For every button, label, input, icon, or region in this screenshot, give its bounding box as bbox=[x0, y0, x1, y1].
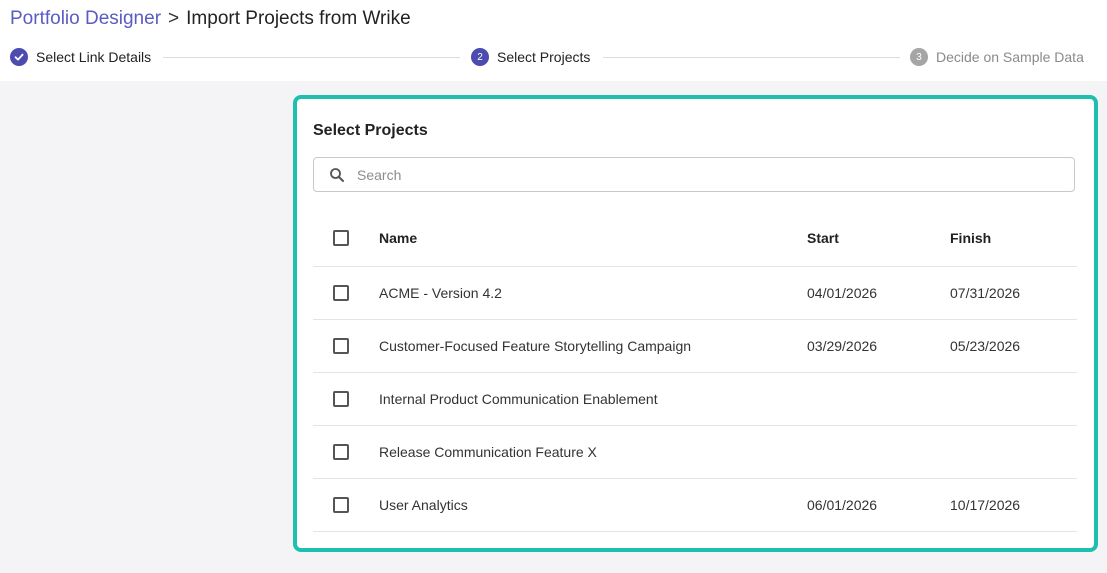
column-header-finish[interactable]: Finish bbox=[950, 230, 991, 246]
step-label: Select Projects bbox=[497, 49, 591, 65]
stepper: Select Link Details 2 Select Projects 3 … bbox=[0, 46, 1107, 68]
column-header-name[interactable]: Name bbox=[379, 230, 417, 246]
project-finish: 07/31/2026 bbox=[950, 285, 1021, 301]
top-bar: Portfolio Designer > Import Projects from … bbox=[0, 0, 1107, 81]
search-input[interactable] bbox=[355, 165, 1074, 184]
project-start: 06/01/2026 bbox=[807, 497, 878, 513]
project-name: Customer-Focused Feature Storytelling Ca… bbox=[379, 338, 692, 354]
breadcrumb-separator-icon: > bbox=[168, 8, 180, 29]
select-projects-panel: Select Projects Name Start Finish ACME -… bbox=[293, 95, 1098, 552]
panel-title: Select Projects bbox=[313, 122, 428, 139]
table-row[interactable]: ACME - Version 4.2 04/01/2026 07/31/2026 bbox=[313, 267, 1077, 320]
project-start: 03/29/2026 bbox=[807, 338, 878, 354]
step-select-projects[interactable]: 2 Select Projects bbox=[471, 46, 590, 68]
check-icon bbox=[10, 48, 28, 66]
step-label: Select Link Details bbox=[36, 49, 152, 65]
row-checkbox[interactable] bbox=[333, 497, 349, 513]
select-all-checkbox[interactable] bbox=[333, 229, 349, 246]
table-row[interactable]: Internal Product Communication Enablemen… bbox=[313, 373, 1077, 426]
table-row[interactable]: Release Communication Feature X bbox=[313, 426, 1077, 479]
breadcrumb: Portfolio Designer > Import Projects from … bbox=[10, 7, 411, 31]
row-checkbox[interactable] bbox=[333, 444, 349, 460]
table-header-row: Name Start Finish bbox=[313, 209, 1077, 267]
step-number-badge: 2 bbox=[471, 48, 489, 66]
project-name: User Analytics bbox=[379, 497, 468, 513]
project-name: Internal Product Communication Enablemen… bbox=[379, 391, 658, 407]
project-start: 04/01/2026 bbox=[807, 285, 878, 301]
step-decide-sample-data[interactable]: 3 Decide on Sample Data bbox=[910, 46, 1084, 68]
table-row[interactable]: Customer-Focused Feature Storytelling Ca… bbox=[313, 320, 1077, 373]
step-select-link-details[interactable]: Select Link Details bbox=[10, 46, 151, 68]
project-name: Release Communication Feature X bbox=[379, 444, 597, 460]
project-name: ACME - Version 4.2 bbox=[379, 285, 502, 301]
table-row[interactable]: User Analytics 06/01/2026 10/17/2026 bbox=[313, 479, 1077, 532]
step-label: Decide on Sample Data bbox=[936, 49, 1084, 65]
search-icon bbox=[330, 167, 344, 182]
step-connector bbox=[163, 57, 460, 58]
column-header-start[interactable]: Start bbox=[807, 230, 839, 246]
project-finish: 10/17/2026 bbox=[950, 497, 1021, 513]
breadcrumb-portfolio-designer-link[interactable]: Portfolio Designer bbox=[10, 8, 161, 29]
projects-table: Name Start Finish ACME - Version 4.2 04/… bbox=[313, 209, 1077, 532]
step-number-badge: 3 bbox=[910, 48, 928, 66]
page-title: Import Projects from Wrike bbox=[186, 8, 411, 29]
search-field[interactable] bbox=[313, 157, 1075, 192]
row-checkbox[interactable] bbox=[333, 391, 349, 407]
project-finish: 05/23/2026 bbox=[950, 338, 1021, 354]
row-checkbox[interactable] bbox=[333, 285, 349, 301]
step-connector bbox=[603, 57, 900, 58]
row-checkbox[interactable] bbox=[333, 338, 349, 354]
